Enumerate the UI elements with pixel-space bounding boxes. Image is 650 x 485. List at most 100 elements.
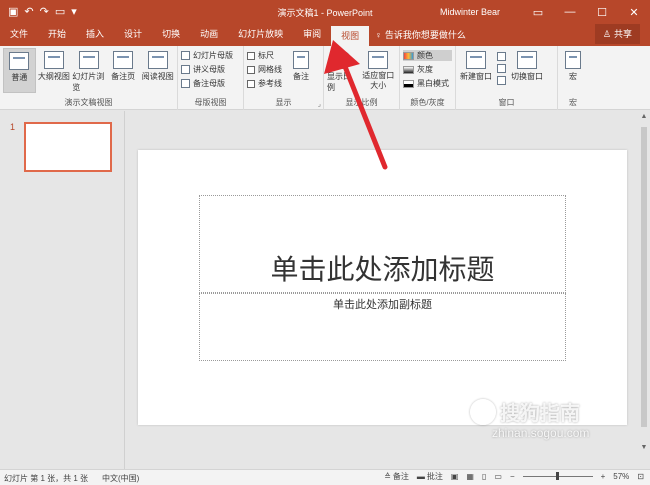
tab-insert[interactable]: 插入: [76, 24, 114, 46]
move-split-icon[interactable]: [497, 76, 506, 85]
tab-animations[interactable]: 动画: [190, 24, 228, 46]
zoom-out-icon[interactable]: −: [510, 472, 515, 481]
tab-file[interactable]: 文件: [0, 24, 38, 46]
tell-me-box[interactable]: ♀ 告诉我你想要做什么: [375, 24, 466, 46]
reading-view-icon: [147, 51, 168, 69]
slide-sorter-icon: [78, 51, 99, 69]
thumbnail-number: 1: [10, 122, 16, 132]
slide-thumbnail[interactable]: [24, 122, 112, 172]
title-placeholder[interactable]: 单击此处添加标题: [199, 195, 566, 293]
slide-master-icon: [181, 51, 190, 60]
grayscale-button[interactable]: 灰度: [403, 64, 452, 75]
subtitle-placeholder[interactable]: 单击此处添加副标题: [199, 293, 566, 361]
macros-icon: [565, 51, 581, 69]
handout-master-icon: [181, 65, 190, 74]
group-presentation-views: 普通 大纲视图 幻灯片浏览 备注页 阅读视图 演示文稿视图: [0, 46, 178, 110]
arrange-all-icon[interactable]: [497, 52, 506, 61]
macros-button[interactable]: 宏: [561, 48, 585, 82]
tab-design[interactable]: 设计: [114, 24, 152, 46]
ruler-check-icon: [247, 51, 255, 60]
slide-count-status: 幻灯片 第 1 张，共 1 张: [4, 474, 89, 483]
outline-view-icon: [43, 51, 64, 69]
group-label-master-views: 母版视图: [194, 98, 227, 107]
fit-to-window-button[interactable]: 适应窗口大小: [361, 48, 396, 93]
status-bar: 幻灯片 第 1 张，共 1 张 中文(中国) ≙ 备注 ▬ 批注 ▣ ▦ ▯ ▭ −…: [0, 469, 650, 485]
group-zoom: 显示比例 适应窗口大小 显示比例: [324, 46, 400, 110]
slideshow-status-icon[interactable]: ▭: [494, 472, 502, 481]
fit-window-icon: [368, 51, 389, 69]
slide-thumbnail-pane: 1: [0, 111, 125, 469]
language-status[interactable]: 中文(中国): [102, 473, 139, 484]
normal-view-status-icon[interactable]: ▣: [451, 472, 459, 481]
notes-master-button[interactable]: 备注母版: [181, 78, 240, 89]
ribbon-display-icon[interactable]: ▭: [522, 0, 554, 24]
lightbulb-icon: ♀: [375, 30, 382, 40]
tab-home[interactable]: 开始: [38, 24, 76, 46]
tab-transitions[interactable]: 切换: [152, 24, 190, 46]
vertical-scrollbar[interactable]: ▲ ▼: [640, 111, 648, 469]
user-name[interactable]: Midwinter Bear: [440, 7, 500, 17]
handout-master-button[interactable]: 讲义母版: [181, 64, 240, 75]
tab-view[interactable]: 视图: [331, 26, 370, 46]
comment-icon: ▬: [416, 472, 425, 481]
sorter-view-status-icon[interactable]: ▦: [466, 472, 474, 481]
fit-slide-icon[interactable]: ⊡: [637, 472, 644, 481]
notes-page-button[interactable]: 备注页: [107, 48, 140, 93]
reading-view-status-icon[interactable]: ▯: [482, 472, 486, 481]
tell-me-text: 告诉我你想要做什么: [384, 30, 466, 40]
zoom-button[interactable]: 显示比例: [327, 48, 359, 93]
group-label-window: 窗口: [498, 98, 515, 107]
slide-canvas[interactable]: 单击此处添加标题 单击此处添加副标题: [138, 150, 627, 425]
outline-view-button[interactable]: 大纲视图: [38, 48, 71, 93]
customize-icon[interactable]: ▾: [71, 6, 77, 18]
notes-toggle-button[interactable]: ≙ 备注: [384, 471, 409, 482]
notes-icon: [293, 51, 309, 69]
group-label-zoom: 显示比例: [345, 98, 378, 107]
quick-access-toolbar: ▣ ↶ ↷ ▭ ▾: [0, 6, 130, 18]
scroll-up-icon[interactable]: ▲: [640, 113, 648, 120]
cascade-icon[interactable]: [497, 64, 506, 73]
new-window-icon: [466, 51, 486, 69]
group-master-views: 幻灯片母版 讲义母版 备注母版 母版视图: [178, 46, 244, 110]
normal-view-button[interactable]: 普通: [3, 48, 36, 93]
new-window-button[interactable]: 新建窗口: [459, 48, 493, 85]
bw-swatch-icon: [403, 79, 414, 88]
tab-review[interactable]: 审阅: [293, 24, 331, 46]
scrollbar-thumb[interactable]: [641, 127, 647, 427]
slide-sorter-button[interactable]: 幻灯片浏览: [72, 48, 105, 93]
color-button[interactable]: 颜色: [403, 50, 452, 61]
minimize-icon[interactable]: —: [554, 0, 586, 24]
dialog-launcher-icon[interactable]: ⌟: [318, 100, 321, 108]
tab-slideshow[interactable]: 幻灯片放映: [228, 24, 293, 46]
magnifier-icon: [334, 51, 352, 69]
undo-icon[interactable]: ↶: [24, 6, 33, 18]
share-button[interactable]: ♙ 共享: [594, 24, 640, 44]
scroll-down-icon[interactable]: ▼: [640, 444, 648, 451]
reading-view-button[interactable]: 阅读视图: [141, 48, 174, 93]
maximize-icon[interactable]: ☐: [586, 0, 618, 24]
switch-window-icon: [517, 51, 537, 69]
title-placeholder-text: 单击此处添加标题: [270, 253, 495, 286]
save-icon[interactable]: ▣: [8, 6, 18, 18]
zoom-slider[interactable]: [522, 472, 593, 480]
group-window: 新建窗口 切换窗口 窗口: [456, 46, 558, 110]
redo-icon[interactable]: ↷: [40, 6, 49, 18]
comments-toggle-button[interactable]: ▬ 批注: [417, 471, 443, 482]
switch-window-button[interactable]: 切换窗口: [510, 48, 544, 85]
black-white-button[interactable]: 黑白模式: [403, 78, 452, 89]
guides-check-icon: [247, 79, 255, 88]
zoom-slider-knob[interactable]: [555, 472, 559, 480]
group-label-macros: 宏: [569, 98, 577, 107]
close-icon[interactable]: ✕: [618, 0, 650, 24]
present-icon[interactable]: ▭: [55, 6, 65, 18]
group-label-presentation-views: 演示文稿视图: [64, 98, 113, 107]
ruler-checkbox[interactable]: 标尺: [247, 50, 282, 61]
zoom-level[interactable]: 57%: [613, 472, 629, 481]
notes-button[interactable]: 备注: [288, 48, 314, 89]
slide-master-button[interactable]: 幻灯片母版: [181, 50, 240, 61]
gridlines-checkbox[interactable]: 网格线: [247, 64, 282, 75]
guides-checkbox[interactable]: 参考线: [247, 78, 282, 89]
group-color-grayscale: 颜色 灰度 黑白模式 颜色/灰度: [400, 46, 456, 110]
person-icon: ♙: [602, 29, 611, 39]
zoom-in-icon[interactable]: +: [601, 472, 606, 481]
